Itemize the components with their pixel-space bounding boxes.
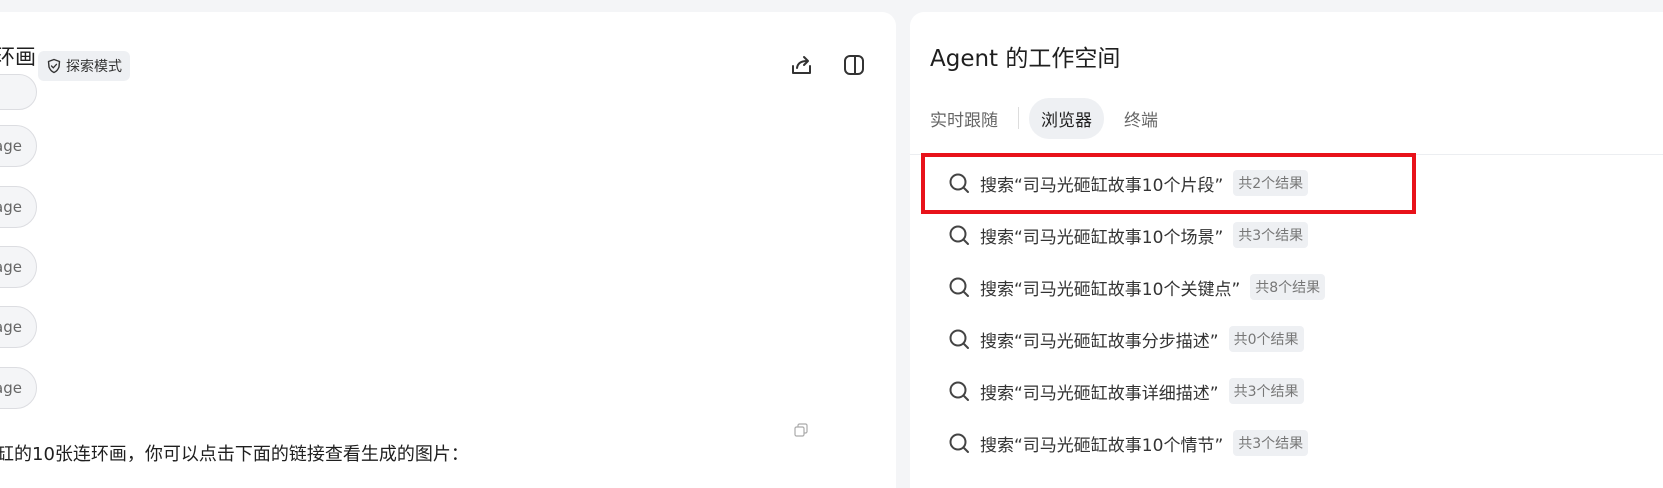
search-query: 搜索“司马光砸缸故事10个片段” <box>980 175 1224 196</box>
search-query: 搜索“司马光砸缸故事10个关键点” <box>980 279 1241 300</box>
tab-live-follow[interactable]: 实时跟随 <box>930 106 998 131</box>
copy-icon[interactable] <box>794 423 808 437</box>
result-count-badge: 共3个结果 <box>1233 430 1309 456</box>
image-pill-partial[interactable] <box>0 74 37 110</box>
agent-workspace-panel: Agent 的工作空间 实时跟随 浏览器 终端 搜索“司马光砸缸故事10个片段”… <box>910 12 1663 488</box>
tab-browser[interactable]: 浏览器 <box>1029 97 1104 139</box>
search-query: 搜索“司马光砸缸故事详细描述” <box>980 383 1219 404</box>
assistant-message-text: 缸的10张连环画，你可以点击下面的链接查看生成的图片： <box>0 444 469 465</box>
workspace-tabs: 实时跟随 浏览器 终端 <box>930 97 1158 139</box>
search-icon <box>949 433 969 453</box>
search-icon <box>949 173 969 193</box>
result-count-badge: 共2个结果 <box>1233 170 1309 196</box>
search-icon <box>949 381 969 401</box>
image-pill[interactable]: age <box>0 367 37 409</box>
search-result-row[interactable]: 搜索“司马光砸缸故事10个片段” 共2个结果 <box>948 168 1309 198</box>
chat-panel: 环画 探索模式 age age age age age 缸的10张连环画，你可以… <box>0 12 896 488</box>
search-result-row[interactable]: 搜索“司马光砸缸故事10个关键点” 共8个结果 <box>948 272 1326 302</box>
result-count-badge: 共0个结果 <box>1228 326 1304 352</box>
share-button[interactable] <box>789 52 815 78</box>
sidebar-toggle-button[interactable] <box>841 52 867 78</box>
search-query: 搜索“司马光砸缸故事10个情节” <box>980 435 1224 456</box>
image-pill[interactable]: age <box>0 125 37 167</box>
search-query: 搜索“司马光砸缸故事分步描述” <box>980 331 1219 352</box>
search-result-row[interactable]: 搜索“司马光砸缸故事详细描述” 共3个结果 <box>948 376 1304 406</box>
search-result-row[interactable]: 搜索“司马光砸缸故事分步描述” 共0个结果 <box>948 324 1304 354</box>
image-pill[interactable]: age <box>0 246 37 288</box>
mode-badge[interactable]: 探索模式 <box>38 51 130 81</box>
share-icon <box>792 56 811 74</box>
chat-title: 环画 <box>0 45 36 69</box>
search-icon <box>949 225 969 245</box>
tab-divider <box>1018 107 1019 129</box>
image-pill[interactable]: age <box>0 306 37 348</box>
workspace-title: Agent 的工作空间 <box>930 46 1121 72</box>
result-count-badge: 共8个结果 <box>1250 274 1326 300</box>
shield-icon <box>47 58 61 74</box>
result-count-badge: 共3个结果 <box>1233 222 1309 248</box>
result-count-badge: 共3个结果 <box>1228 378 1304 404</box>
tab-terminal[interactable]: 终端 <box>1124 106 1158 131</box>
search-query: 搜索“司马光砸缸故事10个场景” <box>980 227 1224 248</box>
search-result-row[interactable]: 搜索“司马光砸缸故事10个场景” 共3个结果 <box>948 220 1309 250</box>
search-icon <box>949 329 969 349</box>
sidebar-toggle-icon <box>844 55 864 75</box>
search-result-row[interactable]: 搜索“司马光砸缸故事10个情节” 共3个结果 <box>948 428 1309 458</box>
search-icon <box>949 277 969 297</box>
tabs-divider <box>910 154 1663 155</box>
mode-badge-label: 探索模式 <box>66 59 122 75</box>
image-pill[interactable]: age <box>0 186 37 228</box>
